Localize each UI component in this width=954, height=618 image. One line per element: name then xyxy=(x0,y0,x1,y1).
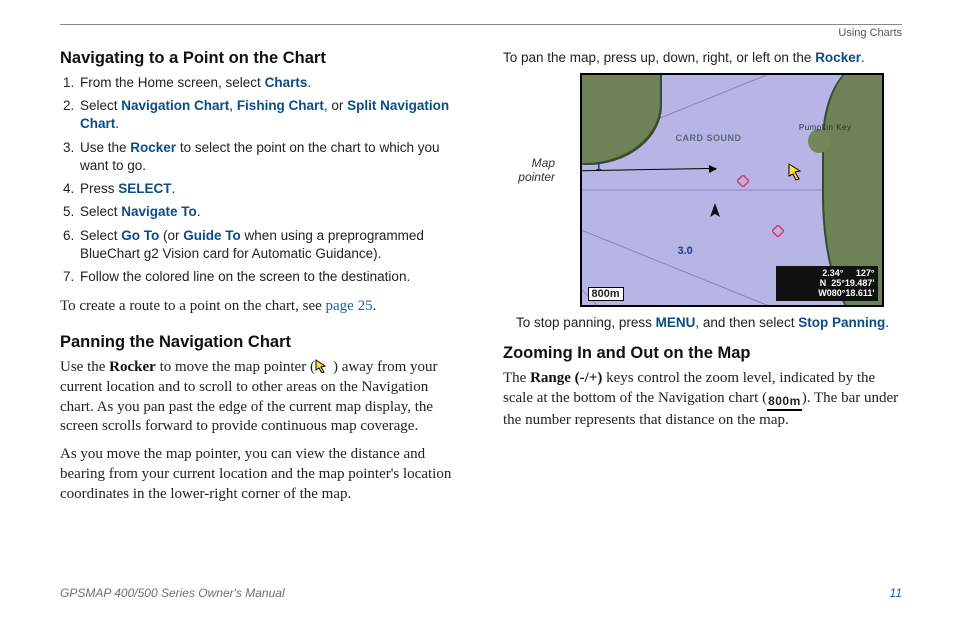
nav-steps: From the Home screen, select Charts. Sel… xyxy=(60,72,459,289)
menu-fishing-chart: Fishing Chart xyxy=(237,98,324,113)
footer: GPSMAP 400/500 Series Owner's Manual 11 xyxy=(60,586,902,600)
label-pumpkin-key: Pumpkin Key xyxy=(799,123,852,132)
step-1: From the Home screen, select Charts. xyxy=(78,72,459,95)
label-card-sound: CARD SOUND xyxy=(676,133,742,143)
menu-go-to: Go To xyxy=(121,228,159,243)
heading-panning: Panning the Navigation Chart xyxy=(60,333,459,352)
menu-charts: Charts xyxy=(265,75,308,90)
section-header: Using Charts xyxy=(60,24,902,43)
route-note: To create a route to a point on the char… xyxy=(60,297,459,317)
key-rocker-3: Rocker xyxy=(815,50,861,65)
callout-map-pointer: Map pointer xyxy=(503,157,555,185)
menu-guide-to: Guide To xyxy=(183,228,241,243)
map-screenshot: 1 3.0 CARD SOUND Pumpkin Key Foul xyxy=(580,73,884,307)
map-pointer-icon xyxy=(788,163,806,181)
step-2: Select Navigation Chart, Fishing Chart, … xyxy=(78,95,459,136)
key-select: SELECT xyxy=(118,181,171,196)
section-title: Using Charts xyxy=(838,27,902,39)
left-column: Navigating to a Point on the Chart From … xyxy=(60,49,459,513)
waypoint-icon xyxy=(772,225,784,237)
heading-zoom: Zooming In and Out on the Map xyxy=(503,344,902,363)
link-page-25[interactable]: page 25 xyxy=(326,298,373,314)
manual-title: GPSMAP 400/500 Series Owner's Manual xyxy=(60,586,285,600)
right-column: To pan the map, press up, down, right, o… xyxy=(503,49,902,513)
position-readout: 2.34° 127° N 25°19.487' W080°18.611' xyxy=(776,266,878,301)
step-7: Follow the colored line on the screen to… xyxy=(78,266,459,289)
map-figure: Map pointer xyxy=(503,73,902,307)
step-5: Select Navigate To. xyxy=(78,201,459,224)
key-menu: MENU xyxy=(656,315,696,330)
menu-stop-panning: Stop Panning xyxy=(798,315,885,330)
step-3: Use the Rocker to select the point on th… xyxy=(78,137,459,178)
sounding: 1 xyxy=(596,161,602,173)
sounding: 3.0 xyxy=(678,245,693,257)
columns: Navigating to a Point on the Chart From … xyxy=(60,49,902,513)
pan-instruction: To pan the map, press up, down, right, o… xyxy=(503,49,902,67)
boat-icon xyxy=(708,203,722,223)
waypoint-icon xyxy=(737,175,749,187)
scale-icon: 800m xyxy=(767,394,802,412)
map-pointer-icon xyxy=(315,359,333,373)
pan-paragraph-1: Use the Rocker to move the map pointer (… xyxy=(60,358,459,437)
page: Using Charts Navigating to a Point on th… xyxy=(0,0,954,618)
key-rocker: Rocker xyxy=(130,140,176,155)
step-6: Select Go To (or Guide To when using a p… xyxy=(78,225,459,266)
island-pumpkin-key xyxy=(808,129,830,153)
step-4: Press SELECT. xyxy=(78,178,459,201)
zoom-paragraph: The Range (-/+) keys control the zoom le… xyxy=(503,369,902,431)
menu-navigation-chart: Navigation Chart xyxy=(121,98,229,113)
key-rocker-2: Rocker xyxy=(109,359,156,375)
scale-bar: 800m xyxy=(588,287,624,301)
land-mass xyxy=(580,73,662,165)
heading-navigate: Navigating to a Point on the Chart xyxy=(60,49,459,68)
page-number: 11 xyxy=(890,586,902,600)
menu-navigate-to: Navigate To xyxy=(121,204,197,219)
key-range: Range (-/+) xyxy=(530,370,602,386)
pan-paragraph-2: As you move the map pointer, you can vie… xyxy=(60,445,459,504)
stop-panning-instruction: To stop panning, press MENU, and then se… xyxy=(503,315,902,330)
